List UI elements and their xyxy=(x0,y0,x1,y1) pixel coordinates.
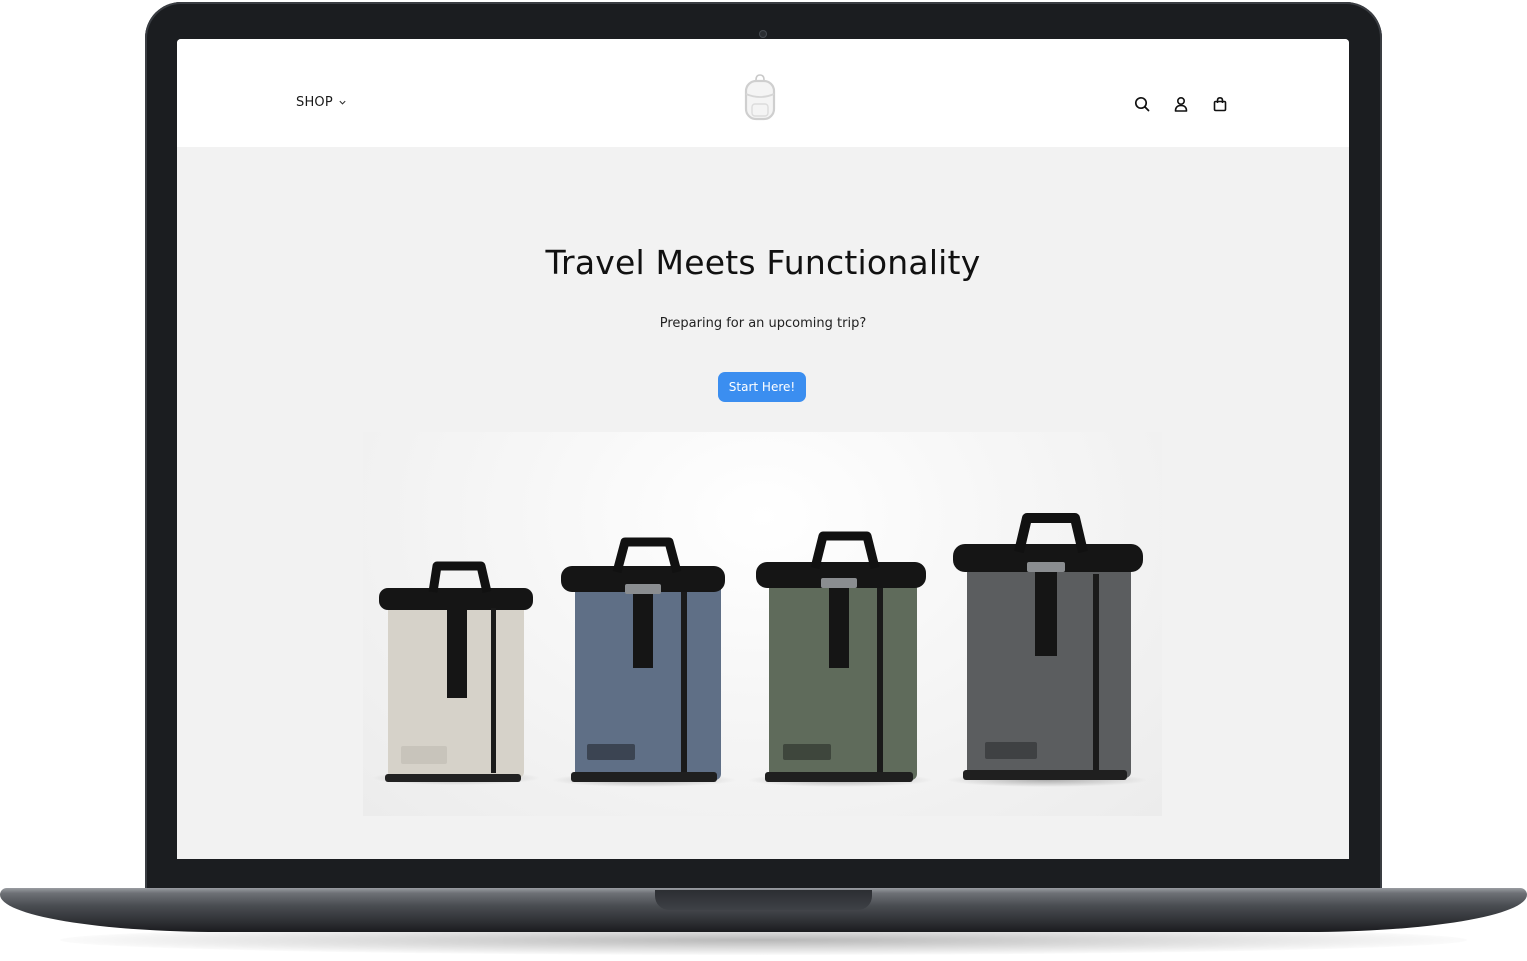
backpack-blue xyxy=(552,537,736,787)
shop-menu-label: SHOP xyxy=(296,95,333,110)
user-icon xyxy=(1174,96,1187,112)
start-here-button[interactable]: Start Here! xyxy=(718,372,806,402)
laptop-notch xyxy=(655,890,872,910)
hero-subtitle: Preparing for an upcoming trip? xyxy=(659,316,867,331)
hero-title: Travel Meets Functionality xyxy=(545,243,981,282)
account-button[interactable] xyxy=(1171,94,1190,113)
shop-menu-button[interactable]: SHOP xyxy=(296,95,347,110)
site-header: SHOP xyxy=(177,39,1349,147)
shopping-bag-icon xyxy=(1213,96,1226,111)
search-button[interactable] xyxy=(1132,94,1151,113)
search-icon xyxy=(1134,96,1149,111)
camera-icon xyxy=(759,30,767,38)
backpack-green xyxy=(748,531,932,787)
backpack-logo-icon[interactable] xyxy=(742,74,778,122)
backpacks-illustration xyxy=(372,513,1147,787)
browser-screen: SHOP Travel Meets Functionality Preparin… xyxy=(177,39,1349,859)
header-actions xyxy=(1132,94,1229,113)
backpack-sand xyxy=(372,561,540,785)
cart-button[interactable] xyxy=(1210,94,1229,113)
hero-product-image xyxy=(363,432,1162,816)
backpack-charcoal xyxy=(947,513,1147,787)
chevron-down-icon xyxy=(339,100,346,105)
